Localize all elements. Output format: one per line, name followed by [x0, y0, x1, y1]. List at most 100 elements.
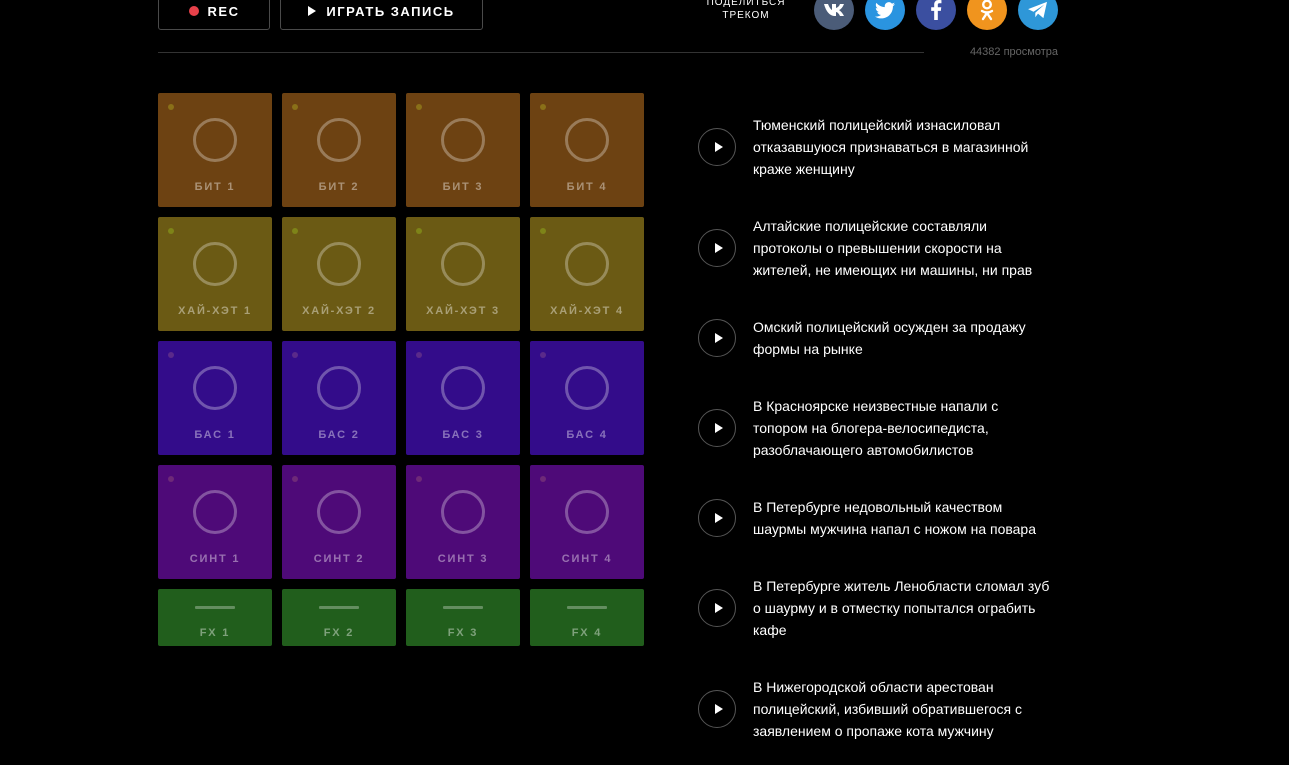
play-icon [714, 423, 723, 433]
pad-button[interactable]: СИНТ 4 [530, 465, 644, 579]
vk-share-button[interactable] [814, 0, 854, 30]
ring-icon [441, 118, 485, 162]
pad-label: FX 3 [447, 627, 479, 639]
play-button[interactable] [698, 229, 736, 267]
pad-label: FX 4 [571, 627, 603, 639]
indicator-dot [292, 228, 298, 234]
pad-label: FX 1 [199, 627, 231, 639]
ring-icon [565, 118, 609, 162]
play-button[interactable] [698, 499, 736, 537]
ring-icon [441, 490, 485, 534]
indicator-dot [540, 104, 546, 110]
pad-label: БИТ 4 [566, 181, 608, 193]
pad-label: ХАЙ-ХЭТ 4 [550, 305, 624, 317]
pad-label: БАС 4 [566, 429, 608, 441]
ring-icon [565, 366, 609, 410]
pad-label: БАС 3 [442, 429, 484, 441]
pad-button[interactable]: БАС 4 [530, 341, 644, 455]
play-icon [308, 6, 317, 16]
pad-button[interactable]: ХАЙ-ХЭТ 1 [158, 217, 272, 331]
ring-icon [193, 490, 237, 534]
pad-label: БИТ 2 [318, 181, 360, 193]
news-title: В Петербурге житель Ленобласти сломал зу… [753, 578, 1050, 638]
ring-icon [317, 490, 361, 534]
pad-button[interactable]: СИНТ 1 [158, 465, 272, 579]
pad-button[interactable]: БАС 1 [158, 341, 272, 455]
news-title: Омский полицейский осужден за продажу фо… [753, 319, 1026, 357]
pad-label: СИНТ 1 [189, 553, 241, 565]
pad-button[interactable]: БИТ 3 [406, 93, 520, 207]
ring-icon [441, 366, 485, 410]
indicator-dot [168, 228, 174, 234]
ring-icon [193, 366, 237, 410]
pad-label: БАС 2 [318, 429, 360, 441]
indicator-dot [292, 352, 298, 358]
indicator-dot [292, 476, 298, 482]
fx-pad-button[interactable]: FX 1 [158, 589, 272, 646]
ring-icon [565, 242, 609, 286]
record-dot-icon [188, 6, 199, 16]
share-label: ПОДЕЛИТЬСЯ ТРЕКОМ [706, 0, 786, 21]
ring-icon [193, 242, 237, 286]
pad-button[interactable]: ХАЙ-ХЭТ 4 [530, 217, 644, 331]
fx-bar-icon [319, 606, 359, 609]
pad-button[interactable]: СИНТ 3 [406, 465, 520, 579]
twitter-icon [875, 1, 895, 18]
play-icon [714, 704, 723, 714]
ring-icon [317, 366, 361, 410]
indicator-dot [540, 352, 546, 358]
indicator-dot [416, 104, 422, 110]
pad-label: ХАЙ-ХЭТ 3 [426, 305, 500, 317]
pad-button[interactable]: ХАЙ-ХЭТ 2 [282, 217, 396, 331]
pad-label: СИНТ 2 [313, 553, 365, 565]
play-button[interactable] [698, 409, 736, 447]
news-title: В Петербурге недовольный качеством шаурм… [753, 499, 1037, 537]
pad-button[interactable]: БИТ 1 [158, 93, 272, 207]
odnoklassniki-icon [980, 0, 994, 21]
ring-icon [441, 242, 485, 286]
indicator-dot [168, 476, 174, 482]
odnoklassniki-share-button[interactable] [967, 0, 1007, 30]
rec-button[interactable]: REC [158, 0, 270, 30]
facebook-icon [931, 0, 942, 20]
pad-label: БИТ 1 [194, 181, 236, 193]
divider [158, 52, 924, 53]
ring-icon [193, 118, 237, 162]
twitter-share-button[interactable] [865, 0, 905, 30]
pad-label: СИНТ 3 [437, 553, 489, 565]
indicator-dot [416, 228, 422, 234]
pad-label: ХАЙ-ХЭТ 2 [302, 305, 376, 317]
pad-button[interactable]: БИТ 4 [530, 93, 644, 207]
play-icon [714, 333, 723, 343]
pad-button[interactable]: БИТ 2 [282, 93, 396, 207]
ring-icon [565, 490, 609, 534]
play-button[interactable] [698, 690, 736, 728]
pad-button[interactable]: БАС 3 [406, 341, 520, 455]
views-count: 44382 просмотра [969, 46, 1058, 58]
play-button[interactable] [698, 589, 736, 627]
ring-icon [317, 118, 361, 162]
pad-button[interactable]: СИНТ 2 [282, 465, 396, 579]
fx-pad-button[interactable]: FX 2 [282, 589, 396, 646]
pad-label: БИТ 3 [442, 181, 484, 193]
indicator-dot [168, 104, 174, 110]
indicator-dot [168, 352, 174, 358]
fx-pad-button[interactable]: FX 3 [406, 589, 520, 646]
indicator-dot [540, 228, 546, 234]
indicator-dot [540, 476, 546, 482]
pad-button[interactable]: ХАЙ-ХЭТ 3 [406, 217, 520, 331]
vk-icon [824, 4, 844, 16]
fx-pad-button[interactable]: FX 4 [530, 589, 644, 646]
fx-bar-icon [567, 606, 607, 609]
news-title: Тюменский полицейский изнасиловал отказа… [753, 117, 1029, 177]
indicator-dot [416, 476, 422, 482]
facebook-share-button[interactable] [916, 0, 956, 30]
pad-button[interactable]: БАС 2 [282, 341, 396, 455]
rec-label: REC [207, 3, 240, 19]
play-button[interactable] [698, 319, 736, 357]
play-recording-button[interactable]: ИГРАТЬ ЗАПИСЬ [280, 0, 483, 30]
news-title: В Красноярске неизвестные напали с топор… [753, 398, 999, 458]
play-button[interactable] [698, 128, 736, 166]
pad-label: ХАЙ-ХЭТ 1 [178, 305, 252, 317]
telegram-share-button[interactable] [1018, 0, 1058, 30]
